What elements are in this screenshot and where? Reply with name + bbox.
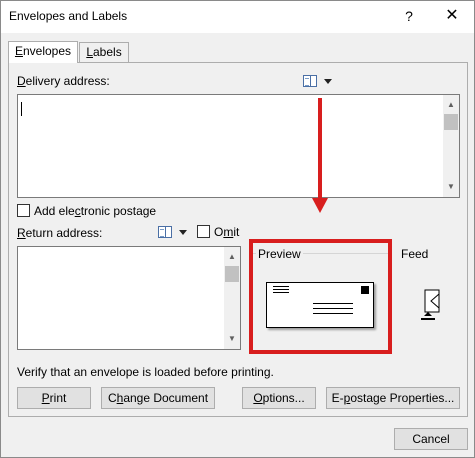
print-mnemonic: P [41, 391, 50, 405]
address-book-icon[interactable] [303, 75, 317, 87]
omit-label-post: it [233, 225, 240, 239]
options-button[interactable]: Options... [242, 387, 316, 409]
tab-labels-mnemonic: L [86, 45, 93, 59]
envelope-feed-icon[interactable] [413, 288, 443, 324]
add-electronic-postage-checkbox[interactable] [17, 204, 30, 217]
cancel-button[interactable]: Cancel [394, 428, 468, 450]
add-electronic-postage-label: Add electronic postage [34, 204, 156, 218]
return-address-field[interactable]: ▲ ▼ [17, 246, 241, 350]
return-scroll-down-icon[interactable]: ▼ [224, 331, 240, 347]
annotation-arrow-head-icon [312, 198, 328, 213]
omit-label: Omit [214, 225, 239, 239]
postage-label-post: tronic postage [80, 204, 157, 218]
tab-envelopes[interactable]: Envelopes [8, 41, 78, 63]
window-title: Envelopes and Labels [9, 9, 128, 23]
annotation-arrow-shaft [318, 98, 322, 200]
omit-checkbox[interactable] [197, 225, 210, 238]
help-button[interactable]: ? [399, 6, 419, 26]
delivery-mnemonic: D [17, 74, 26, 88]
text-cursor [21, 102, 22, 116]
return-label-text: eturn address: [25, 226, 103, 240]
print-button[interactable]: Print [17, 387, 91, 409]
annotation-highlight-box [249, 239, 392, 354]
change-document-button[interactable]: Change Document [101, 387, 215, 409]
epostage-label-post: ostage Properties... [350, 391, 455, 405]
options-mnemonic: O [253, 391, 263, 405]
delivery-scrollbar[interactable]: ▲ ▼ [443, 95, 459, 197]
scroll-down-icon[interactable]: ▼ [443, 179, 459, 195]
options-label-post: ptions... [262, 391, 305, 405]
postage-label-pre: Add ele [34, 204, 75, 218]
delivery-label-text: elivery address: [25, 74, 110, 88]
tab-labels[interactable]: Labels [79, 42, 129, 63]
scroll-up-icon[interactable]: ▲ [443, 97, 459, 113]
return-scroll-up-icon[interactable]: ▲ [224, 249, 240, 265]
return-scrollbar[interactable]: ▲ ▼ [224, 247, 240, 349]
feed-label: Feed [399, 247, 431, 261]
scroll-thumb[interactable] [444, 114, 458, 130]
return-mnemonic: R [17, 226, 26, 240]
return-address-label: Return address: [17, 226, 102, 240]
tab-envelopes-mnemonic: E [14, 44, 23, 58]
envelopes-and-labels-dialog: Envelopes and Labels ? ✕ Envelopes Label… [0, 0, 475, 458]
return-scroll-thumb[interactable] [225, 266, 239, 282]
tab-labels-label: abels [93, 45, 122, 59]
epostage-label-pre: E- [331, 391, 344, 405]
omit-mnemonic: m [223, 225, 234, 239]
close-button[interactable]: ✕ [439, 4, 465, 28]
delivery-address-label: Delivery address: [17, 74, 110, 88]
title-bar: Envelopes and Labels ? ✕ [1, 1, 474, 33]
e-postage-properties-button[interactable]: E-postage Properties... [326, 387, 460, 409]
change-label-post: ange Document [123, 391, 209, 405]
return-address-book-icon[interactable] [158, 226, 172, 238]
delivery-address-field[interactable]: ▲ ▼ [17, 94, 460, 198]
change-label-pre: C [107, 391, 117, 405]
chevron-down-icon[interactable] [324, 79, 332, 84]
tab-envelopes-label: nvelopes [22, 44, 72, 58]
print-label-post: rint [49, 391, 67, 405]
verify-text: Verify that an envelope is loaded before… [17, 365, 274, 379]
omit-label-pre: O [214, 225, 224, 239]
return-chevron-down-icon[interactable] [179, 230, 187, 235]
